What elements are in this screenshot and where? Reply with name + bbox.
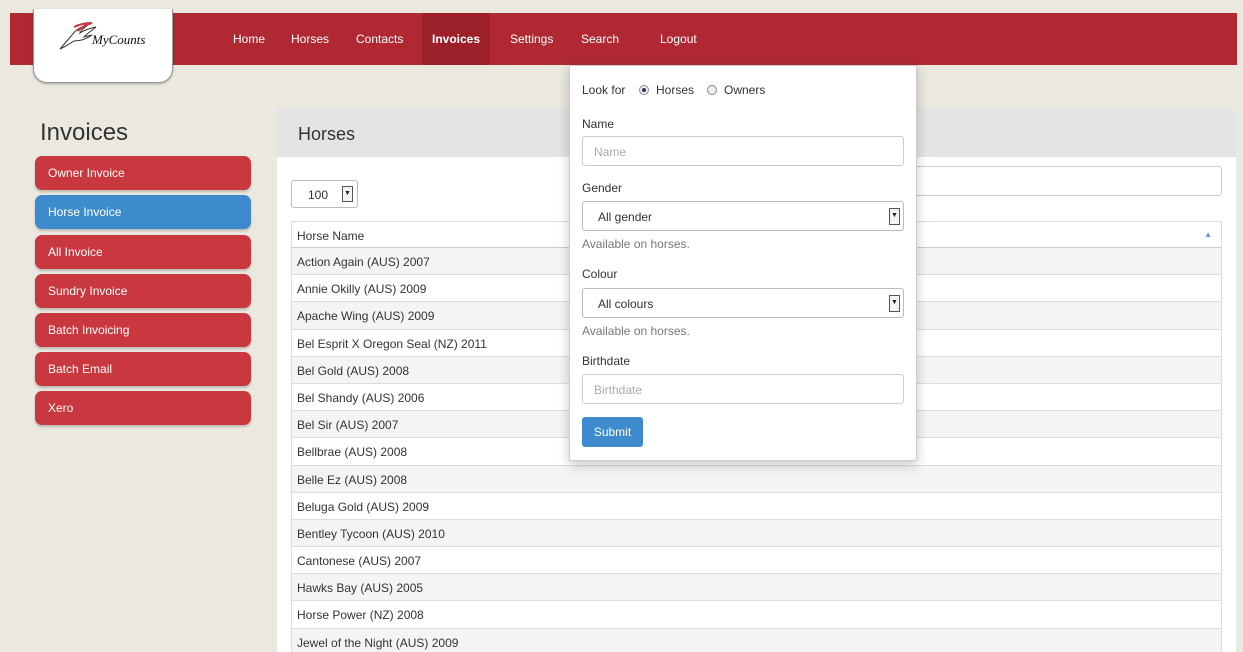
colour-help: Available on horses. [582, 324, 690, 338]
colour-label: Colour [582, 267, 618, 281]
birthdate-placeholder: Birthdate [594, 383, 643, 397]
page-size-select[interactable]: 100 ▼ [291, 180, 358, 208]
sidebar-item-xero[interactable]: Xero [35, 391, 251, 425]
radio-horses[interactable] [639, 85, 649, 95]
look-for-label: Look for [582, 83, 626, 97]
radio-owners[interactable] [707, 85, 717, 95]
table-row[interactable]: Bentley Tycoon (AUS) 2010 [291, 519, 1222, 548]
nav-settings[interactable]: Settings [500, 13, 563, 65]
table-row[interactable]: Beluga Gold (AUS) 2009 [291, 492, 1222, 520]
table-row[interactable]: Horse Power (NZ) 2008 [291, 601, 1222, 629]
horse-name-cell: Bellbrae (AUS) 2008 [297, 445, 408, 460]
sort-asc-icon[interactable]: ▲ [1204, 230, 1212, 239]
gender-value: All gender [598, 210, 653, 224]
horse-name-cell: Beluga Gold (AUS) 2009 [297, 499, 430, 514]
birthdate-label: Birthdate [582, 354, 631, 368]
sidebar-title: Invoices [40, 119, 129, 146]
radio-owners-label[interactable]: Owners [724, 83, 765, 97]
nav-home[interactable]: Home [223, 13, 275, 65]
horse-name-cell: Horse Power (NZ) 2008 [297, 608, 424, 623]
sidebar-item-sundry-invoice[interactable]: Sundry Invoice [35, 274, 251, 308]
sidebar-item-batch-email[interactable]: Batch Email [35, 352, 251, 386]
nav-contacts[interactable]: Contacts [346, 13, 413, 65]
colour-value: All colours [598, 297, 654, 311]
horse-name-cell: Action Again (AUS) 2007 [297, 255, 430, 269]
name-field[interactable]: Name [582, 136, 904, 166]
horse-name-cell: Hawks Bay (AUS) 2005 [297, 581, 424, 596]
nav-search[interactable]: Search [571, 13, 629, 65]
sidebar-item-all-invoice[interactable]: All Invoice [35, 235, 251, 269]
nav-horses[interactable]: Horses [281, 13, 339, 65]
horse-name-cell: Bel Sir (AUS) 2007 [297, 418, 399, 433]
horse-name-cell: Annie Okilly (AUS) 2009 [297, 282, 427, 297]
table-row[interactable]: Belle Ez (AUS) 2008 [291, 465, 1222, 493]
table-filter-input[interactable] [897, 166, 1222, 196]
radio-horses-label[interactable]: Horses [656, 83, 694, 97]
horse-name-cell: Jewel of the Night (AUS) 2009 [297, 635, 459, 650]
horse-name-cell: Apache Wing (AUS) 2009 [297, 309, 435, 324]
nav-logout[interactable]: Logout [650, 13, 707, 65]
column-horse-name: Horse Name [297, 229, 365, 243]
gender-select[interactable]: All gender ▼ [582, 201, 904, 231]
chevron-down-icon: ▼ [342, 186, 353, 202]
horse-name-cell: Belle Ez (AUS) 2008 [297, 472, 408, 487]
submit-button[interactable]: Submit [582, 417, 643, 447]
horse-name-cell: Bentley Tycoon (AUS) 2010 [297, 526, 445, 541]
horse-name-cell: Bel Shandy (AUS) 2006 [297, 390, 425, 405]
table-row[interactable]: Jewel of the Night (AUS) 2009 [291, 628, 1222, 652]
panel-title: Horses [298, 124, 356, 144]
table-row[interactable]: Cantonese (AUS) 2007 [291, 547, 1222, 575]
birthdate-field[interactable]: Birthdate [582, 374, 904, 404]
gender-label: Gender [582, 181, 623, 195]
search-dropdown: Look for Horses Owners Name Name Gender … [569, 65, 917, 461]
horse-name-cell: Bel Esprit X Oregon Seal (NZ) 2011 [297, 336, 487, 351]
chevron-down-icon: ▼ [889, 208, 900, 225]
sidebar-item-batch-invoicing[interactable]: Batch Invoicing [35, 313, 251, 347]
horse-name-cell: Bel Gold (AUS) 2008 [297, 363, 410, 378]
name-placeholder: Name [594, 145, 627, 159]
app-logo[interactable]: MyCounts [33, 9, 173, 83]
chevron-down-icon: ▼ [889, 295, 900, 312]
sidebar-item-owner-invoice[interactable]: Owner Invoice [35, 156, 251, 190]
page-size-value: 100 [308, 188, 329, 202]
colour-select[interactable]: All colours ▼ [582, 288, 904, 318]
sidebar-item-horse-invoice[interactable]: Horse Invoice [35, 195, 251, 229]
nav-invoices[interactable]: Invoices [422, 13, 491, 65]
gender-help: Available on horses. [582, 237, 690, 251]
name-label: Name [582, 117, 615, 131]
table-row[interactable]: Hawks Bay (AUS) 2005 [291, 574, 1222, 602]
horse-name-cell: Cantonese (AUS) 2007 [297, 554, 422, 569]
logo-text: MyCounts [92, 32, 146, 47]
